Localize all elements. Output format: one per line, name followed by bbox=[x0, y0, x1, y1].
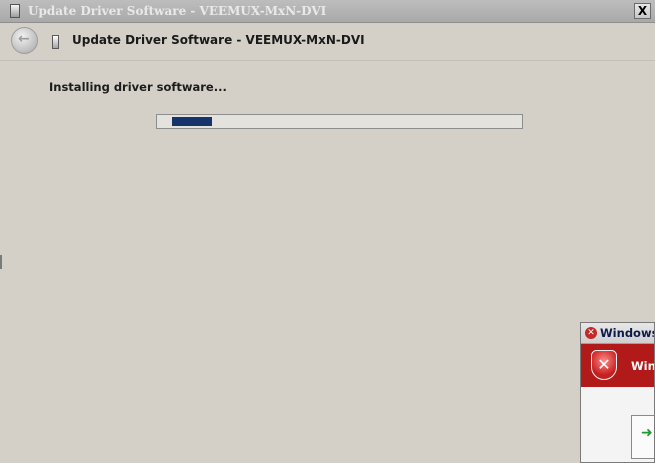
security-banner-text: Win bbox=[631, 359, 655, 373]
wizard-header: ← Update Driver Software - VEEMUX-MxN-DV… bbox=[0, 23, 655, 60]
wizard-title: Update Driver Software - VEEMUX-MxN-DVI bbox=[72, 33, 365, 47]
shield-warning-icon: ✕ bbox=[591, 350, 617, 380]
windows-security-dialog[interactable]: ✕ Windows ✕ Win ➜ bbox=[580, 322, 655, 463]
security-error-icon: ✕ bbox=[585, 327, 597, 339]
security-warning-banner: ✕ Win bbox=[581, 344, 654, 387]
back-button[interactable]: ← bbox=[11, 27, 38, 54]
progress-fill bbox=[172, 117, 212, 126]
title-bar[interactable]: Update Driver Software - VEEMUX-MxN-DVI … bbox=[0, 0, 655, 23]
security-dialog-title-bar[interactable]: ✕ Windows bbox=[581, 323, 654, 344]
status-text: Installing driver software... bbox=[49, 80, 227, 94]
back-arrow-icon: ← bbox=[18, 31, 30, 47]
device-icon bbox=[10, 4, 20, 18]
security-dialog-title: Windows bbox=[600, 326, 655, 340]
window-edge-artifact bbox=[0, 255, 2, 269]
close-button[interactable]: X bbox=[634, 3, 651, 19]
security-option-button[interactable]: ➜ bbox=[631, 415, 654, 459]
green-arrow-icon: ➜ bbox=[641, 425, 653, 441]
install-progress-bar bbox=[156, 114, 523, 129]
header-divider bbox=[0, 60, 655, 61]
window-title: Update Driver Software - VEEMUX-MxN-DVI bbox=[28, 4, 327, 18]
device-icon bbox=[52, 35, 59, 49]
